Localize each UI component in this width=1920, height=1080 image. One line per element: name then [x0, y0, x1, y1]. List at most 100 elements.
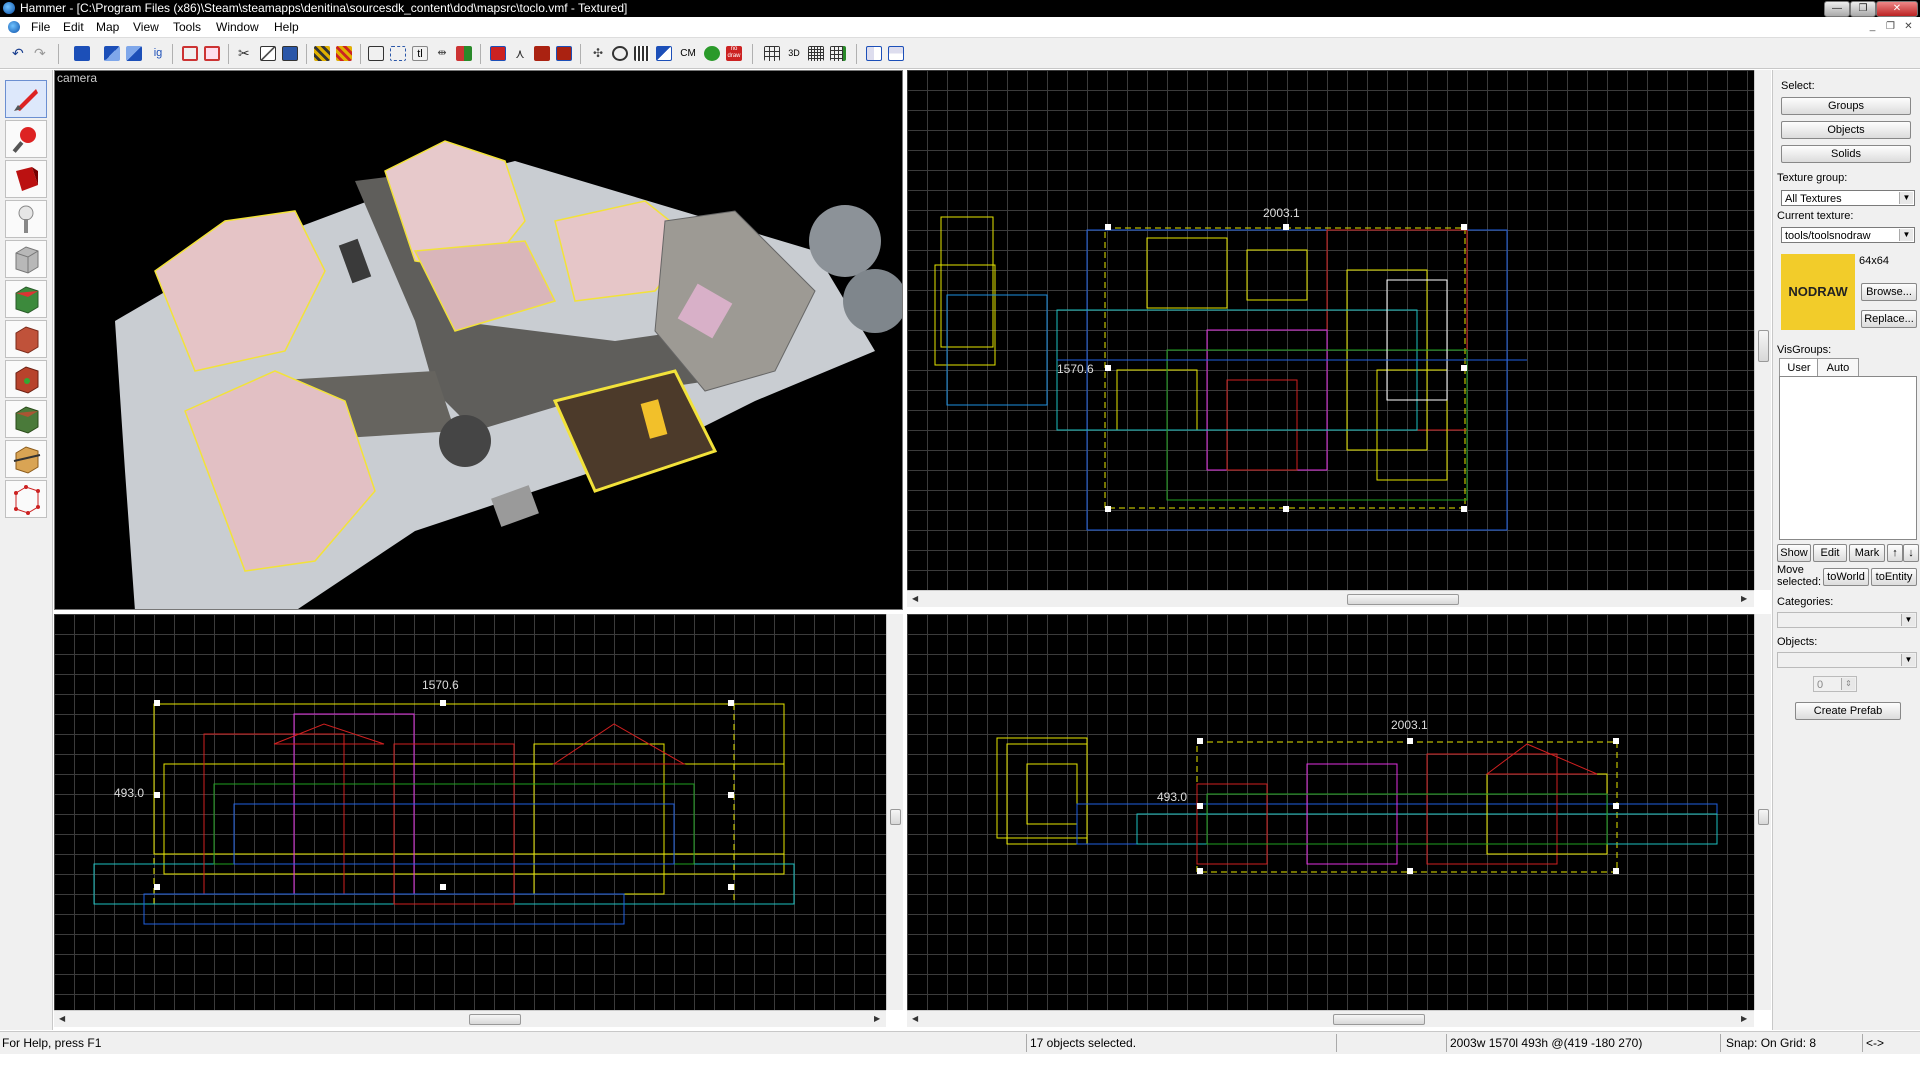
camera-tool-button[interactable] — [5, 160, 47, 198]
texture-lock-icon[interactable] — [314, 46, 330, 61]
visgroups-list[interactable] — [1779, 376, 1917, 540]
apply-current-texture-button[interactable] — [5, 320, 47, 358]
clipping-tool-button[interactable] — [5, 440, 47, 478]
replace-button[interactable]: Replace... — [1861, 310, 1917, 328]
hide-icon[interactable] — [182, 46, 198, 61]
tab-auto[interactable]: Auto — [1817, 358, 1859, 377]
block-tool-button[interactable] — [5, 240, 47, 278]
move-to-world-icon[interactable]: ⇹ — [434, 46, 450, 61]
mdi-close-icon[interactable]: ✕ — [1902, 21, 1915, 33]
carve-icon[interactable] — [74, 46, 90, 61]
texture-application-tool-button[interactable] — [5, 280, 47, 318]
objects-select[interactable]: ▼ — [1777, 652, 1917, 668]
to-entity-button[interactable]: toEntity — [1871, 568, 1917, 586]
top-hscroll-thumb[interactable] — [1347, 594, 1459, 605]
grid-icon[interactable] — [764, 46, 780, 61]
create-prefab-button[interactable]: Create Prefab — [1795, 702, 1901, 720]
front-vscroll-thumb[interactable] — [890, 809, 901, 825]
magnify-tool-button[interactable] — [5, 120, 47, 158]
models-icon[interactable] — [634, 46, 650, 61]
menu-file[interactable]: File — [31, 20, 50, 34]
side-hscroll-thumb[interactable] — [1333, 1014, 1425, 1025]
mdi-restore-icon[interactable]: ❐ — [1884, 21, 1897, 33]
minimize-button[interactable]: — — [1824, 1, 1850, 17]
top-viewport[interactable]: 2003.1 1570.6 — [907, 70, 1754, 590]
browse-button[interactable]: Browse... — [1861, 283, 1917, 301]
front-viewport-hscroll[interactable]: ◀ ▶ — [54, 1010, 886, 1027]
spinner-arrows-icon[interactable]: ⇕ — [1841, 678, 1855, 690]
current-texture-select[interactable]: tools/toolsnodraw ▼ — [1781, 227, 1915, 243]
show-icon[interactable] — [204, 46, 220, 61]
selection-tool-button[interactable] — [5, 80, 47, 118]
clip-icon[interactable] — [534, 46, 550, 61]
menu-help[interactable]: Help — [274, 20, 299, 34]
groups-button[interactable]: Groups — [1781, 97, 1911, 115]
categories-select[interactable]: ▼ — [1777, 612, 1917, 628]
select-tool-icon[interactable] — [390, 46, 406, 61]
show-button[interactable]: Show — [1777, 544, 1811, 562]
toggle-3d-icon[interactable]: ✣ — [590, 46, 606, 61]
vertex-tool-button[interactable] — [5, 480, 47, 518]
cordon-icon[interactable] — [656, 46, 672, 61]
paste-icon[interactable] — [282, 46, 298, 61]
down-arrow-icon[interactable]: ↓ — [1903, 544, 1919, 562]
cm-icon[interactable]: CM — [678, 46, 698, 61]
ungroup-icon[interactable] — [126, 46, 142, 61]
ignore-group-icon[interactable]: ig — [150, 46, 166, 61]
compile-icon[interactable] — [490, 46, 506, 61]
menu-tools[interactable]: Tools — [173, 20, 201, 34]
texture-group-select[interactable]: All Textures ▼ — [1781, 190, 1915, 206]
objects-button[interactable]: Objects — [1781, 121, 1911, 139]
vertex-icon[interactable]: ⋏ — [512, 46, 528, 61]
scroll-left-icon[interactable]: ◀ — [59, 1014, 65, 1023]
side-vscroll-thumb[interactable] — [1758, 809, 1769, 825]
scroll-right-icon[interactable]: ▶ — [1741, 1014, 1747, 1023]
group-icon[interactable] — [104, 46, 120, 61]
grid-smaller-icon[interactable] — [808, 46, 824, 61]
texture-scale-lock-icon[interactable] — [336, 46, 352, 61]
to-world-button[interactable]: toWorld — [1823, 568, 1869, 586]
scroll-left-icon[interactable]: ◀ — [912, 1014, 918, 1023]
undo-icon[interactable]: ↶ — [12, 46, 28, 61]
top-vscroll-thumb[interactable] — [1758, 330, 1769, 362]
tab-user[interactable]: User — [1779, 358, 1819, 377]
flip-icon[interactable] — [456, 46, 472, 61]
copy-icon[interactable] — [260, 46, 276, 61]
front-hscroll-thumb[interactable] — [469, 1014, 521, 1025]
scroll-left-icon[interactable]: ◀ — [912, 594, 918, 603]
redo-icon[interactable]: ↷ — [34, 46, 50, 61]
scroll-right-icon[interactable]: ▶ — [874, 1014, 880, 1023]
prefab-count-spinner[interactable]: 0 ⇕ — [1813, 676, 1857, 692]
front-viewport-vscroll[interactable] — [886, 614, 903, 1010]
side-viewport-vscroll[interactable] — [1754, 614, 1771, 1010]
apply-overlays-button[interactable] — [5, 400, 47, 438]
texture-preview[interactable]: NODRAW — [1781, 254, 1855, 330]
menu-view[interactable]: View — [133, 20, 159, 34]
front-viewport[interactable]: 1570.6 493.0 — [54, 614, 886, 1010]
tile-icon[interactable] — [866, 46, 882, 61]
restore-button[interactable]: ❐ — [1850, 1, 1876, 17]
mark-button[interactable]: Mark — [1849, 544, 1885, 562]
toggle-helpers-icon[interactable] — [612, 46, 628, 61]
solids-button[interactable]: Solids — [1781, 145, 1911, 163]
3d-grid-icon[interactable]: 3D — [786, 46, 802, 61]
tie-entity-icon[interactable]: tl — [412, 46, 428, 61]
menu-edit[interactable]: Edit — [63, 20, 84, 34]
menu-window[interactable]: Window — [216, 20, 259, 34]
top-viewport-hscroll[interactable]: ◀ ▶ — [907, 590, 1754, 607]
side-viewport-hscroll[interactable]: ◀ ▶ — [907, 1010, 1754, 1027]
cut-icon[interactable]: ✂ — [238, 46, 254, 61]
mdi-minimize-icon[interactable]: _ — [1866, 21, 1879, 33]
nodraw-icon[interactable]: no draw — [726, 46, 742, 61]
decal-icon[interactable] — [556, 46, 572, 61]
entity-tool-button[interactable] — [5, 200, 47, 238]
top-viewport-vscroll[interactable] — [1754, 70, 1771, 590]
close-button[interactable]: ✕ — [1876, 1, 1918, 17]
green-sphere-icon[interactable] — [704, 46, 720, 61]
cascade-icon[interactable] — [888, 46, 904, 61]
camera-viewport[interactable]: camera — [54, 70, 903, 610]
side-viewport[interactable]: 2003.1 493.0 — [907, 614, 1754, 1010]
grid-larger-icon[interactable] — [830, 46, 846, 61]
scroll-right-icon[interactable]: ▶ — [1741, 594, 1747, 603]
selection-box-icon[interactable] — [368, 46, 384, 61]
